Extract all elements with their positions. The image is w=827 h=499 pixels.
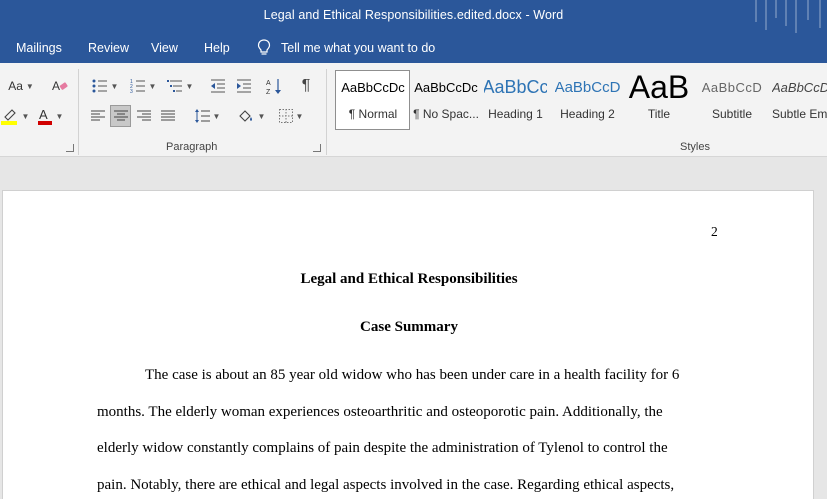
document-title: Legal and Ethical Responsibilities [300, 271, 518, 287]
justify-button[interactable] [158, 105, 178, 127]
style-name: Subtle Em... [772, 107, 827, 121]
svg-text:A: A [266, 80, 271, 87]
style-sample: AaBbCcDc [341, 79, 405, 95]
paragraph-dialog-launcher[interactable] [313, 144, 321, 152]
highlighter-icon [0, 109, 17, 125]
svg-text:3: 3 [130, 89, 133, 94]
bullet-list-icon [92, 79, 107, 93]
justify-icon [161, 110, 175, 121]
multilevel-list-button[interactable]: ▼ [163, 75, 197, 97]
style-subtle-emphasis[interactable]: AaBbCcDc Subtle Em... [772, 71, 827, 129]
tab-review[interactable]: Review [88, 41, 129, 55]
style-subtitle[interactable]: AaBbCcD Subtitle [700, 71, 764, 129]
document-page[interactable]: 2 Legal and Ethical Responsibilities Cas… [2, 190, 814, 499]
change-case-button[interactable]: Aa ▼ [4, 75, 38, 97]
style-name: Subtitle [711, 107, 753, 121]
style-no-spacing[interactable]: AaBbCcDc ¶ No Spac... [410, 71, 482, 129]
increase-indent-button[interactable] [232, 75, 256, 97]
style-name: Heading 2 [560, 107, 615, 121]
align-left-button[interactable] [88, 105, 108, 127]
style-name: ¶ No Spac... [413, 107, 479, 121]
align-right-button[interactable] [134, 105, 154, 127]
title-bar: Legal and Ethical Responsibilities.edite… [0, 0, 827, 33]
style-heading-2[interactable]: AaBbCcD Heading 2 [555, 71, 620, 129]
line-spacing-button[interactable]: ▼ [190, 105, 224, 127]
style-title[interactable]: AaB Title [626, 71, 692, 129]
document-subtitle: Case Summary [360, 319, 458, 335]
ribbon-separator [78, 69, 79, 155]
decrease-indent-icon [211, 79, 225, 93]
sort-icon: A Z [266, 79, 281, 95]
tell-me-text: Tell me what you want to do [281, 40, 436, 55]
font-color-button[interactable]: A ▼ [34, 105, 66, 127]
styles-group-label: Styles [680, 141, 710, 153]
numbering-button[interactable]: 1 2 3 ▼ [126, 75, 160, 97]
multilevel-list-icon [166, 80, 182, 92]
style-heading-1[interactable]: AaBbCc Heading 1 [484, 71, 547, 129]
tab-view[interactable]: View [151, 41, 178, 55]
style-sample: AaB [628, 71, 690, 103]
svg-text:A: A [52, 79, 60, 93]
borders-button[interactable]: ▼ [274, 105, 308, 127]
increase-indent-icon [237, 79, 251, 93]
style-name: ¶ Normal [348, 107, 398, 121]
page-number: 2 [711, 224, 718, 239]
highlight-button[interactable]: ▼ [0, 105, 30, 127]
ribbon-home: Aa ▼ A ▼ A ▼ ▼ 1 2 3 ▼ ▼ A Z ¶ ▼ ▼ ▼ Par… [0, 63, 827, 157]
sort-button[interactable]: A Z [262, 75, 286, 97]
tell-me-search[interactable]: Tell me what you want to do [257, 39, 435, 56]
font-dialog-launcher[interactable] [66, 144, 74, 152]
body-line: pain. Notably, there are ethical and leg… [97, 477, 675, 493]
style-name: Heading 1 [488, 107, 543, 121]
style-normal[interactable]: AaBbCcDc ¶ Normal [337, 71, 409, 129]
show-formatting-button[interactable]: ¶ [294, 75, 318, 97]
style-sample: AaBbCcDc [414, 79, 478, 95]
title-bar-decoration [747, 0, 827, 33]
font-color-icon: A [37, 107, 52, 125]
bullets-button[interactable]: ▼ [88, 75, 122, 97]
align-left-icon [91, 110, 105, 121]
document-canvas[interactable]: 2 Legal and Ethical Responsibilities Cas… [0, 158, 827, 499]
body-line: The case is about an 85 year old widow w… [145, 367, 680, 383]
align-center-button[interactable] [110, 105, 131, 127]
svg-text:A: A [39, 107, 48, 122]
line-spacing-icon [194, 109, 210, 123]
svg-text:Z: Z [266, 89, 271, 95]
align-right-icon [137, 110, 151, 121]
tab-mailings[interactable]: Mailings [16, 41, 62, 55]
body-line: elderly widow constantly complains of pa… [97, 440, 668, 456]
borders-icon [278, 109, 293, 123]
window-title: Legal and Ethical Responsibilities.edite… [263, 8, 564, 22]
clear-formatting-button[interactable]: A [48, 75, 72, 97]
paint-bucket-icon [238, 110, 252, 122]
lightbulb-icon [257, 39, 271, 55]
clear-formatting-icon: A [52, 79, 68, 93]
shading-button[interactable]: ▼ [234, 105, 268, 127]
body-line: months. The elderly woman experiences os… [97, 404, 663, 420]
ribbon-tabs: Mailings Review View Help Tell me what y… [0, 33, 827, 63]
style-sample: AaBbCcDc [772, 79, 827, 95]
style-sample: AaBbCc [484, 76, 547, 97]
ribbon-separator [326, 69, 327, 155]
tab-help[interactable]: Help [204, 41, 230, 55]
change-case-label: Aa [8, 79, 23, 93]
decrease-indent-button[interactable] [206, 75, 230, 97]
style-name: Title [647, 107, 671, 121]
style-sample: AaBbCcD [701, 79, 763, 95]
style-sample: AaBbCcD [555, 78, 620, 96]
paragraph-group-label: Paragraph [166, 141, 218, 153]
align-center-icon [113, 110, 128, 121]
numbered-list-icon: 1 2 3 [130, 79, 145, 94]
